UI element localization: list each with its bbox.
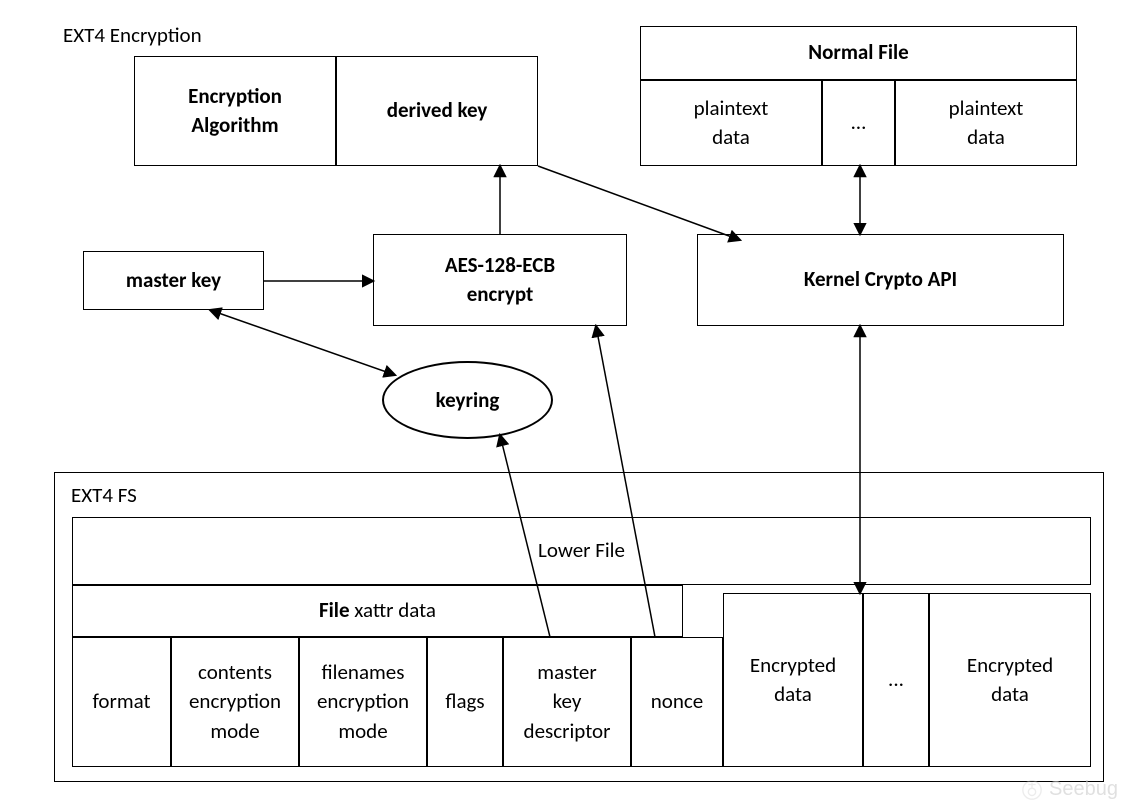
col-dots: ... [863,593,929,767]
aes-box: AES-128-ECB encrypt [373,234,627,326]
col-encrypted-2: Encrypted data [929,593,1091,767]
kernel-crypto-box: Kernel Crypto API [697,234,1064,326]
col-nonce: nonce [631,637,723,767]
derived-key-box: derived key [336,56,538,166]
col-contents: contents encryption mode [171,637,299,767]
master-key-box: master key [83,251,264,310]
keyring-ellipse: keyring [382,361,553,439]
col-master-key-descriptor: master key descriptor [503,637,631,767]
page-title: EXT4 Encryption [63,22,202,48]
col-flags: flags [427,637,503,767]
ext4fs-title: EXT4 FS [71,481,137,510]
encryption-algorithm-box: Encryption Algorithm [134,56,336,166]
plaintext-cell-3: plaintext data [895,80,1077,166]
lower-file-header: Lower File [72,517,1091,585]
col-format: format [72,637,171,767]
normal-file-title: Normal File [640,26,1077,80]
col-filenames: filenames encryption mode [299,637,427,767]
col-encrypted-1: Encrypted data [723,593,863,767]
plaintext-cell-mid: … [822,80,895,166]
plaintext-cell-1: plaintext data [640,80,822,166]
file-xattr-label: File xattr data [72,585,683,637]
